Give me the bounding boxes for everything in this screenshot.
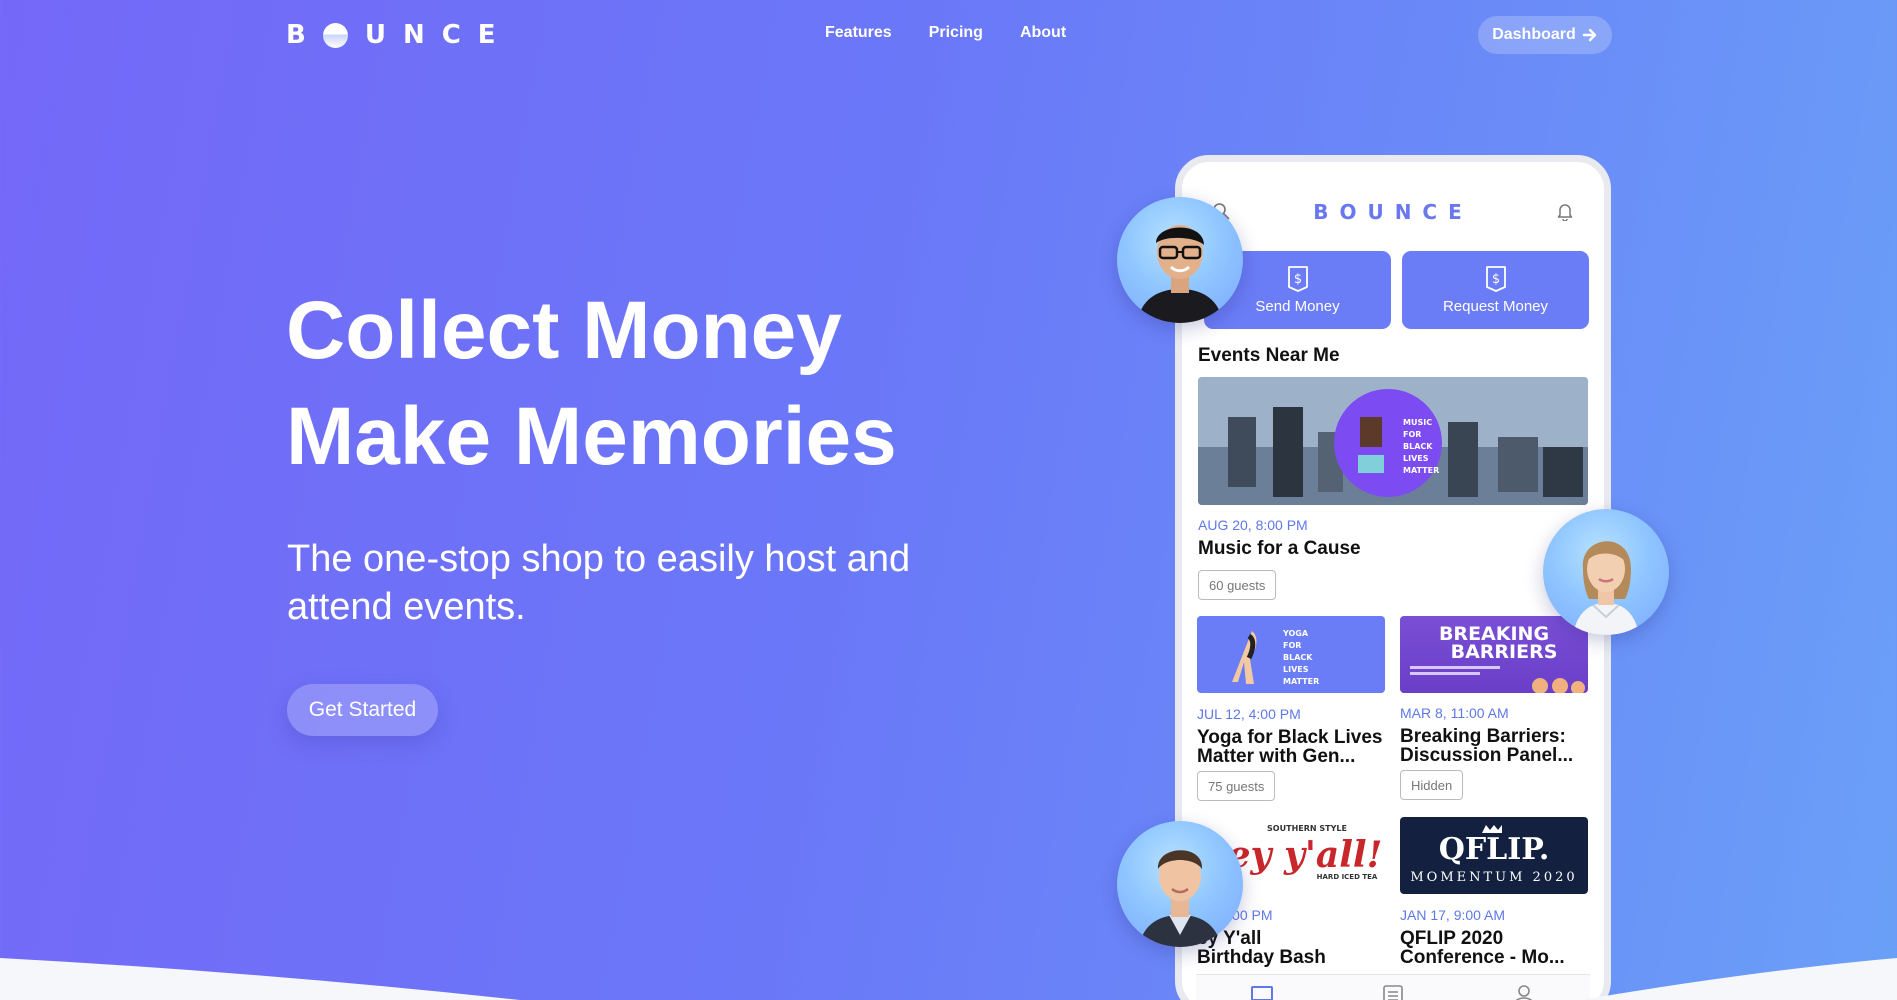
protest-photo: MUSIC FOR BLACK LIVES MATTER — [1198, 377, 1588, 505]
dashboard-label: Dashboard — [1492, 26, 1576, 43]
send-money-label: Send Money — [1255, 298, 1340, 315]
event-title-line-2[interactable]: Matter with Gen... — [1197, 747, 1355, 766]
get-started-button[interactable]: Get Started — [287, 684, 438, 736]
guest-count-badge: 60 guests — [1198, 570, 1277, 600]
avatar-user-3 — [1117, 821, 1243, 947]
image-text: SOUTHERN STYLE — [1267, 824, 1347, 833]
image-text: YOGA — [1282, 629, 1309, 638]
avatar-user-2 — [1543, 509, 1669, 635]
image-text: FOR — [1283, 641, 1301, 650]
logo-o-mark — [322, 22, 348, 48]
brand-logo[interactable]: B UNCE — [286, 20, 513, 50]
hero-headline: Collect Money Make Memories — [286, 278, 897, 490]
featured-event-image[interactable]: MUSIC FOR BLACK LIVES MATTER — [1198, 377, 1588, 505]
svg-text:$: $ — [1293, 272, 1301, 287]
image-text: LIVES — [1403, 454, 1429, 463]
event-title-line-1[interactable]: QFLIP 2020 — [1400, 929, 1503, 948]
dollar-doc-icon: $ — [1485, 266, 1506, 292]
event-title-line-1[interactable]: Yoga for Black Lives — [1197, 728, 1383, 747]
svg-text:$: $ — [1491, 272, 1499, 287]
phone-logo: BOUNCE — [1313, 200, 1473, 224]
image-text: MATTER — [1283, 677, 1319, 686]
featured-event-date: AUG 20, 8:00 PM — [1198, 517, 1308, 533]
event-thumb-breaking-barriers[interactable]: BREAKING BARRIERS — [1400, 616, 1588, 693]
event-thumb-yoga[interactable]: YOGA FOR BLACK LIVES MATTER — [1197, 616, 1385, 693]
image-text: BLACK — [1403, 442, 1433, 451]
nav-links: Features Pricing About — [825, 24, 1066, 42]
event-thumb-qflip[interactable]: QFLIP. MOMENTUM 2020 — [1400, 817, 1588, 894]
nav-link-pricing[interactable]: Pricing — [929, 24, 983, 42]
request-money-label: Request Money — [1442, 298, 1549, 315]
image-text: BLACK — [1283, 653, 1313, 662]
featured-event-title[interactable]: Music for a Cause — [1198, 539, 1361, 558]
avatar-user-1 — [1117, 197, 1243, 323]
event-title-line-2[interactable]: Discussion Panel... — [1400, 746, 1573, 765]
hero-line-1: Collect Money — [286, 285, 842, 376]
hero-subtitle: The one-stop shop to easily host and att… — [287, 538, 911, 628]
image-text: HARD ICED TEA — [1317, 873, 1378, 881]
bell-icon[interactable] — [1556, 202, 1574, 221]
bottom-wave — [0, 958, 1897, 1000]
guest-count-badge: 75 guests — [1197, 771, 1276, 801]
image-text: BARRIERS — [1451, 641, 1558, 663]
nav-link-about[interactable]: About — [1020, 24, 1066, 42]
nav-link-features[interactable]: Features — [825, 24, 892, 42]
event-title-line-1[interactable]: Breaking Barriers: — [1400, 727, 1566, 746]
hero-line-2: Make Memories — [286, 391, 897, 482]
dollar-doc-icon: $ — [1287, 266, 1308, 292]
events-section-title: Events Near Me — [1198, 345, 1340, 366]
dashboard-button[interactable]: Dashboard — [1478, 16, 1612, 54]
request-money-button[interactable]: $ Request Money — [1402, 251, 1589, 329]
image-text: QFLIP. — [1439, 832, 1550, 867]
image-text: MOMENTUM 2020 — [1410, 870, 1577, 885]
image-text: FOR — [1403, 430, 1421, 439]
event-date: JUL 12, 4:00 PM — [1197, 706, 1301, 722]
image-text: MUSIC — [1403, 418, 1432, 427]
image-text: LIVES — [1283, 665, 1309, 674]
image-text: ey y'all! — [1228, 834, 1383, 876]
event-date: MAR 8, 11:00 AM — [1400, 705, 1509, 721]
image-text: MATTER — [1403, 466, 1439, 475]
event-date: JAN 17, 9:00 AM — [1400, 907, 1506, 923]
hidden-badge: Hidden — [1400, 770, 1464, 800]
arrow-right-icon — [1582, 28, 1596, 42]
